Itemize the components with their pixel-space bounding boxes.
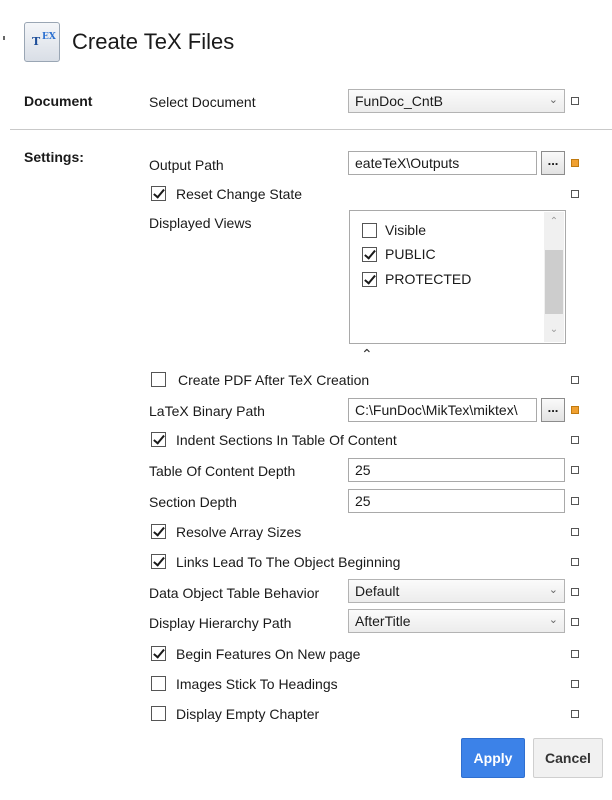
begin-features-checkbox[interactable] <box>151 646 166 661</box>
cancel-button[interactable]: Cancel <box>533 738 603 778</box>
apply-button[interactable]: Apply <box>461 738 525 778</box>
section-divider <box>10 129 612 130</box>
window-left-edge <box>0 0 10 800</box>
display-empty-chapter-checkbox[interactable] <box>151 706 166 721</box>
displayed-views-label: Displayed Views <box>149 215 252 231</box>
section-depth-label: Section Depth <box>149 494 237 510</box>
chevron-down-icon: ⌄ <box>548 614 558 626</box>
links-lead-checkbox[interactable] <box>151 554 166 569</box>
list-item[interactable]: PROTECTED <box>362 269 471 289</box>
images-stick-checkbox[interactable] <box>151 676 166 691</box>
images-stick-marker <box>571 680 579 688</box>
settings-section-label: Settings: <box>24 149 84 165</box>
view-protected-checkbox[interactable] <box>362 271 377 287</box>
output-path-input[interactable]: eateTeX\Outputs <box>348 151 537 175</box>
listbox-scrollbar[interactable]: ⌃ ⌄ <box>544 212 564 342</box>
begin-features-label: Begin Features On New page <box>176 646 361 662</box>
output-path-browse-button[interactable]: ... <box>541 151 565 175</box>
collapse-chevron-icon[interactable]: ⌃ <box>361 346 373 363</box>
latex-binary-path-input[interactable]: C:\FunDoc\MikTex\miktex\ <box>348 398 537 422</box>
toc-depth-marker <box>571 466 579 474</box>
indent-sections-label: Indent Sections In Table Of Content <box>176 432 397 448</box>
display-empty-chapter-label: Display Empty Chapter <box>176 706 320 722</box>
latex-binary-path-state-marker <box>571 406 579 414</box>
begin-features-marker <box>571 650 579 658</box>
view-public-checkbox[interactable] <box>362 246 377 262</box>
resolve-array-sizes-marker <box>571 528 579 536</box>
indent-sections-checkbox[interactable] <box>151 432 166 447</box>
select-document-state-marker <box>571 97 579 105</box>
create-pdf-marker <box>571 376 579 384</box>
data-object-table-behavior-marker <box>571 588 579 596</box>
indent-sections-marker <box>571 436 579 444</box>
toc-depth-label: Table Of Content Depth <box>149 463 296 479</box>
dialog-title: Create TeX Files <box>72 29 235 54</box>
output-path-label: Output Path <box>149 157 224 173</box>
links-lead-label: Links Lead To The Object Beginning <box>176 554 401 570</box>
reset-change-state-marker <box>571 190 579 198</box>
data-object-table-behavior-label: Data Object Table Behavior <box>149 585 320 601</box>
output-path-state-marker <box>571 159 579 167</box>
section-depth-input[interactable]: 25 <box>348 489 565 513</box>
display-hierarchy-path-dropdown[interactable]: AfterTitle ⌄ <box>348 609 565 633</box>
displayed-views-listbox[interactable]: Visible PUBLIC PROTECTED ⌃ ⌄ <box>349 210 566 344</box>
resolve-array-sizes-label: Resolve Array Sizes <box>176 524 302 540</box>
select-document-dropdown[interactable]: FunDoc_CntB ⌄ <box>348 89 565 113</box>
images-stick-label: Images Stick To Headings <box>176 676 338 692</box>
create-pdf-checkbox[interactable] <box>151 372 166 387</box>
reset-change-state-label: Reset Change State <box>176 186 303 202</box>
chevron-up-icon[interactable]: ⌃ <box>544 216 564 227</box>
reset-change-state-checkbox[interactable] <box>151 186 166 201</box>
view-visible-checkbox[interactable] <box>362 222 377 238</box>
latex-binary-path-label: LaTeX Binary Path <box>149 403 265 419</box>
section-depth-marker <box>571 497 579 505</box>
display-hierarchy-path-marker <box>571 618 579 626</box>
document-section-label: Document <box>24 93 93 109</box>
dialog-header: T EX Create TeX Files <box>24 20 234 64</box>
display-hierarchy-path-label: Display Hierarchy Path <box>149 615 292 631</box>
latex-binary-path-browse-button[interactable]: ... <box>541 398 565 422</box>
toc-depth-input[interactable]: 25 <box>348 458 565 482</box>
scrollbar-thumb[interactable] <box>545 250 563 314</box>
links-lead-marker <box>571 558 579 566</box>
chevron-down-icon: ⌄ <box>548 94 558 106</box>
display-empty-chapter-marker <box>571 710 579 718</box>
resolve-array-sizes-checkbox[interactable] <box>151 524 166 539</box>
list-item[interactable]: PUBLIC <box>362 244 436 264</box>
select-document-label: Select Document <box>149 94 256 110</box>
chevron-down-icon[interactable]: ⌄ <box>544 324 564 335</box>
chevron-down-icon: ⌄ <box>548 584 558 596</box>
data-object-table-behavior-dropdown[interactable]: Default ⌄ <box>348 579 565 603</box>
tex-document-icon: T EX <box>24 22 60 62</box>
list-item[interactable]: Visible <box>362 220 426 240</box>
create-pdf-label: Create PDF After TeX Creation <box>178 372 370 388</box>
